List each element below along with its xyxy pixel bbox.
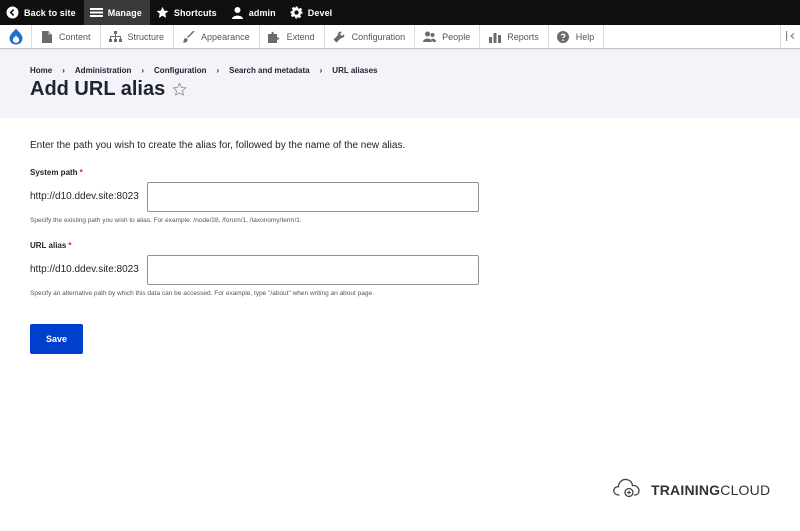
tray-item-label: People xyxy=(442,31,471,42)
tray-item-label: Extend xyxy=(286,31,315,42)
paintbrush-icon xyxy=(182,30,195,43)
manage-tab[interactable]: Manage xyxy=(83,0,150,25)
shortcuts-tab[interactable]: Shortcuts xyxy=(150,0,225,25)
user-icon xyxy=(231,6,244,19)
back-to-site-link[interactable]: Back to site xyxy=(0,0,84,25)
breadcrumb-administration[interactable]: Administration xyxy=(75,66,131,75)
devel-tab[interactable]: Devel xyxy=(284,0,341,25)
url-alias-prefix: http://d10.ddev.site:8023 xyxy=(30,264,139,275)
tray-item-help[interactable]: Help xyxy=(549,25,605,48)
breadcrumb-separator: › xyxy=(319,66,323,75)
shortcut-star-icon[interactable] xyxy=(172,82,187,97)
watermark-text-bold: TRAINING xyxy=(651,481,721,498)
manage-label: Manage xyxy=(107,7,142,18)
breadcrumb-separator: › xyxy=(141,66,145,75)
menu-icon xyxy=(89,6,103,19)
url-alias-label: URL alias * xyxy=(30,241,71,250)
system-path-input[interactable] xyxy=(147,182,479,212)
document-icon xyxy=(40,30,53,43)
sitemap-icon xyxy=(108,30,122,43)
tray-item-people[interactable]: People xyxy=(415,25,481,48)
url-alias-input[interactable] xyxy=(147,255,479,285)
tray-item-label: Configuration xyxy=(351,31,406,42)
shortcuts-label: Shortcuts xyxy=(173,7,217,18)
tray-item-appearance[interactable]: Appearance xyxy=(174,25,260,48)
tray-item-reports[interactable]: Reports xyxy=(480,25,549,48)
trainingcloud-watermark: TRAININGCLOUD xyxy=(612,475,770,504)
admin-toolbar: Back to site Manage Shortcuts admin Deve… xyxy=(0,0,800,25)
url-alias-description: Specify an alternative path by which thi… xyxy=(30,290,374,297)
breadcrumb-search-metadata[interactable]: Search and metadata xyxy=(229,66,309,75)
tray-item-label: Content xyxy=(59,31,91,42)
orientation-toggle-icon xyxy=(785,28,796,46)
system-path-prefix: http://d10.ddev.site:8023 xyxy=(30,191,139,202)
breadcrumb-url-aliases[interactable]: URL aliases xyxy=(332,66,377,75)
system-path-description: Specify the existing path you wish to al… xyxy=(30,217,302,224)
required-marker: * xyxy=(68,241,72,250)
tray-spacer xyxy=(604,25,780,48)
save-button[interactable]: Save xyxy=(30,324,83,354)
tray-item-label: Structure xyxy=(127,31,165,42)
intro-text: Enter the path you wish to create the al… xyxy=(30,140,406,151)
breadcrumb-separator: › xyxy=(216,66,220,75)
admin-tray: Content Structure Appearance Extend Conf… xyxy=(0,25,800,49)
watermark-text: TRAININGCLOUD xyxy=(651,482,770,498)
drupal-logo-icon[interactable] xyxy=(0,25,32,48)
tray-item-label: Help xyxy=(575,31,595,42)
gear-icon xyxy=(290,6,303,19)
back-to-site-label: Back to site xyxy=(24,7,76,18)
tray-item-configuration[interactable]: Configuration xyxy=(325,25,416,48)
bar-chart-icon xyxy=(488,30,501,43)
watermark-text-regular: CLOUD xyxy=(720,481,771,498)
page-title-text: Add URL alias xyxy=(30,78,166,100)
devel-label: Devel xyxy=(307,7,333,18)
wrench-icon xyxy=(333,30,346,43)
user-label: admin xyxy=(248,7,276,18)
url-alias-label-text: URL alias xyxy=(30,241,67,250)
help-icon xyxy=(557,30,570,43)
tray-item-content[interactable]: Content xyxy=(32,25,101,48)
tray-orientation-toggle[interactable] xyxy=(780,25,800,48)
back-arrow-icon xyxy=(6,6,19,19)
breadcrumb-home[interactable]: Home xyxy=(30,66,52,75)
system-path-label: System path * xyxy=(30,168,83,177)
puzzle-icon xyxy=(268,30,281,43)
tray-item-label: Reports xyxy=(507,31,539,42)
people-icon xyxy=(423,30,437,43)
page-title: Add URL alias xyxy=(30,78,187,101)
tray-item-structure[interactable]: Structure xyxy=(101,25,175,48)
breadcrumb: Home › Administration › Configuration › … xyxy=(30,66,378,75)
user-tab[interactable]: admin xyxy=(225,0,284,25)
required-marker: * xyxy=(79,168,83,177)
page-header: Home › Administration › Configuration › … xyxy=(0,50,800,118)
tray-item-extend[interactable]: Extend xyxy=(260,25,325,48)
star-icon xyxy=(156,6,169,19)
tray-item-label: Appearance xyxy=(201,31,250,42)
breadcrumb-separator: › xyxy=(62,66,65,75)
breadcrumb-configuration[interactable]: Configuration xyxy=(154,66,206,75)
system-path-label-text: System path xyxy=(30,168,78,177)
cloud-logo-icon xyxy=(612,475,641,504)
